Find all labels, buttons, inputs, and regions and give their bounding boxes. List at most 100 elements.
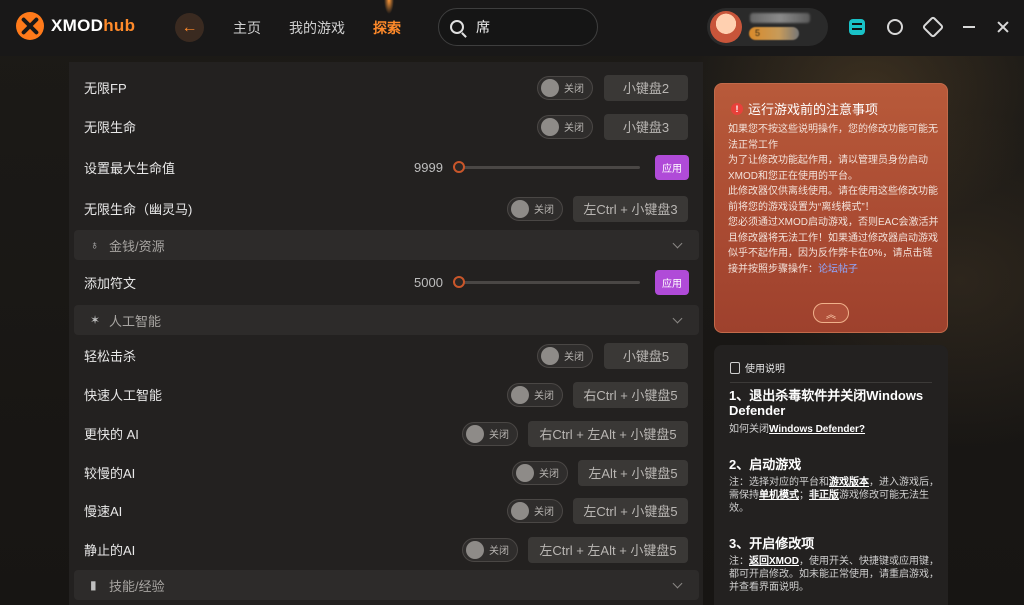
chevron-down-icon (672, 313, 683, 324)
nav-home[interactable]: 主页 (233, 18, 261, 38)
slider-value: 9999 (414, 160, 443, 175)
section-title: 人工智能 (109, 313, 162, 329)
cheat-label: 无限FP (84, 81, 127, 96)
game-version-link[interactable]: 游戏版本 (829, 477, 869, 488)
app-logo[interactable]: XMODhub (16, 12, 135, 40)
document-icon (730, 361, 740, 374)
apply-button[interactable]: 应用 (655, 155, 689, 180)
search-icon (450, 20, 464, 34)
hotkey-button[interactable]: 小键盘3 (604, 113, 688, 140)
cheat-toggle[interactable]: 关闭 (462, 537, 518, 562)
hotkey-button[interactable]: 左Ctrl + 小键盘5 (573, 497, 688, 524)
cheat-row-inf-hp: 无限生命 关闭 小键盘3 (69, 107, 703, 146)
forum-post-link[interactable]: 论坛帖子 (818, 264, 858, 275)
cheat-toggle[interactable]: 关闭 (512, 460, 568, 485)
step-1-title: 1、退出杀毒软件并关闭Windows Defender (729, 388, 924, 418)
instructions-card: 使用说明 1、退出杀毒软件并关闭Windows Defender 如何关闭Win… (714, 345, 948, 605)
warning-title: 运行游戏前的注意事项 (748, 102, 879, 117)
toggle-label: 关闭 (534, 391, 554, 402)
warning-paragraph: 此修改器仅供离线使用。请在使用这些修改功能前将您的游戏设置为“离线模式”！ (728, 186, 938, 213)
chevron-down-icon (672, 578, 683, 589)
hotkey-button[interactable]: 左Alt + 小键盘5 (578, 459, 688, 486)
non-genuine-link[interactable]: 非正版 (809, 490, 839, 501)
xmod-logo-icon (16, 12, 44, 40)
cheat-row-slow-ai: 慢速AI 关闭 左Ctrl + 小键盘5 (69, 491, 703, 530)
toggle-knob (466, 424, 484, 443)
settings-icon[interactable] (921, 15, 945, 39)
cheat-toggle[interactable]: 关闭 (462, 421, 518, 446)
top-bar: XMODhub ← 主页 我的游戏 探索 席 5 (0, 0, 1024, 56)
nav-my-games[interactable]: 我的游戏 (289, 18, 345, 38)
cheat-row-runes: 添加符文 5000 应用 (69, 263, 703, 302)
cheat-row-still-ai: 静止的AI 关闭 左Ctrl + 左Alt + 小键盘5 (69, 530, 703, 569)
section-ai[interactable]: ✶ 人工智能 (74, 305, 699, 335)
toggle-label: 关闭 (539, 469, 559, 480)
cheat-label: 较慢的AI (84, 466, 136, 481)
toggle-knob (541, 117, 559, 136)
cheat-toggle[interactable]: 关闭 (537, 114, 593, 139)
notification-icon[interactable] (887, 19, 903, 35)
list-icon[interactable] (849, 19, 865, 35)
cheat-toggle[interactable]: 关闭 (507, 196, 563, 221)
cheat-list-panel: 无限FP 关闭 小键盘2 无限生命 关闭 小键盘3 设置最大生命值 9999 应… (69, 62, 703, 605)
toggle-label: 关闭 (489, 430, 509, 441)
section-title: 金钱/资源 (109, 238, 165, 254)
warning-paragraph: 为了让修改功能起作用，请以管理员身份启动XMOD和您正在使用的平台。 (728, 155, 928, 182)
cheat-toggle[interactable]: 关闭 (507, 498, 563, 523)
username-blurred (750, 13, 810, 23)
search-box[interactable]: 席 (438, 8, 598, 46)
warning-card: ! 运行游戏前的注意事项 如果您不按这些说明操作，您的修改功能可能无法正常工作 … (714, 83, 948, 333)
hotkey-button[interactable]: 左Ctrl + 左Alt + 小键盘5 (528, 536, 688, 563)
warning-body: 如果您不按这些说明操作，您的修改功能可能无法正常工作 为了让修改功能起作用，请以… (728, 122, 940, 277)
toggle-knob (511, 199, 529, 218)
user-profile[interactable]: 5 (707, 8, 828, 46)
toggle-knob (541, 78, 559, 97)
collapse-button[interactable]: ︽ (813, 303, 849, 323)
step-1-text: 如何关闭Windows Defender? (729, 423, 939, 436)
section-skills[interactable]: ▮ 技能/经验 (74, 570, 699, 600)
instructions-header: 使用说明 (730, 360, 785, 375)
step-3-text: 注：返回XMOD，使用开关、快捷键或应用键，都可开启修改。如未能正常使用，请重启… (729, 555, 939, 594)
hotkey-button[interactable]: 右Ctrl + 小键盘5 (573, 381, 688, 408)
cheat-toggle[interactable]: 关闭 (507, 382, 563, 407)
apply-button[interactable]: 应用 (655, 270, 689, 295)
hotkey-button[interactable]: 小键盘2 (604, 74, 688, 101)
cheat-label: 无限生命 (84, 120, 137, 135)
cheat-toggle[interactable]: 关闭 (537, 343, 593, 368)
cheat-label: 更快的 AI (84, 427, 139, 442)
slider-handle[interactable] (453, 161, 465, 173)
cheat-label: 慢速AI (84, 504, 123, 519)
return-xmod-link[interactable]: 返回XMOD (749, 556, 799, 567)
toggle-knob (541, 346, 559, 365)
nav-active-glow (384, 0, 394, 14)
section-money[interactable]: ♁ 金钱/资源 (74, 230, 699, 260)
arrow-left-icon: ← (181, 18, 198, 36)
toggle-label: 关闭 (534, 507, 554, 518)
close-icon[interactable] (997, 21, 1009, 33)
cheat-toggle[interactable]: 关闭 (537, 75, 593, 100)
slider-track[interactable] (455, 281, 640, 284)
hotkey-button[interactable]: 小键盘5 (604, 342, 688, 369)
back-button[interactable]: ← (175, 13, 204, 42)
offline-mode-link[interactable]: 单机模式 (759, 490, 799, 501)
user-level-badge: 5 (749, 27, 799, 40)
section-title: 技能/经验 (109, 578, 165, 594)
toggle-knob (466, 540, 484, 559)
main-nav: 主页 我的游戏 探索 (233, 18, 401, 38)
step-text: 注： (729, 556, 749, 567)
step-3-title: 3、开启修改项 (729, 536, 815, 551)
slider-handle[interactable] (453, 276, 465, 288)
nav-explore[interactable]: 探索 (373, 18, 401, 38)
hotkey-button[interactable]: 右Ctrl + 左Alt + 小键盘5 (528, 420, 688, 447)
slider-track[interactable] (455, 166, 640, 169)
windows-defender-link[interactable]: Windows Defender? (769, 424, 865, 435)
hotkey-button[interactable]: 左Ctrl + 小键盘3 (573, 195, 688, 222)
step-text: ； (799, 490, 809, 501)
ai-sparkle-icon: ✶ (90, 313, 101, 327)
toggle-label: 关闭 (564, 84, 584, 95)
chevron-up-icon: ︽ (826, 309, 836, 321)
divider (730, 382, 932, 383)
search-input[interactable]: 席 (476, 17, 490, 37)
toggle-label: 关闭 (489, 546, 509, 557)
minimize-icon[interactable] (963, 26, 975, 28)
